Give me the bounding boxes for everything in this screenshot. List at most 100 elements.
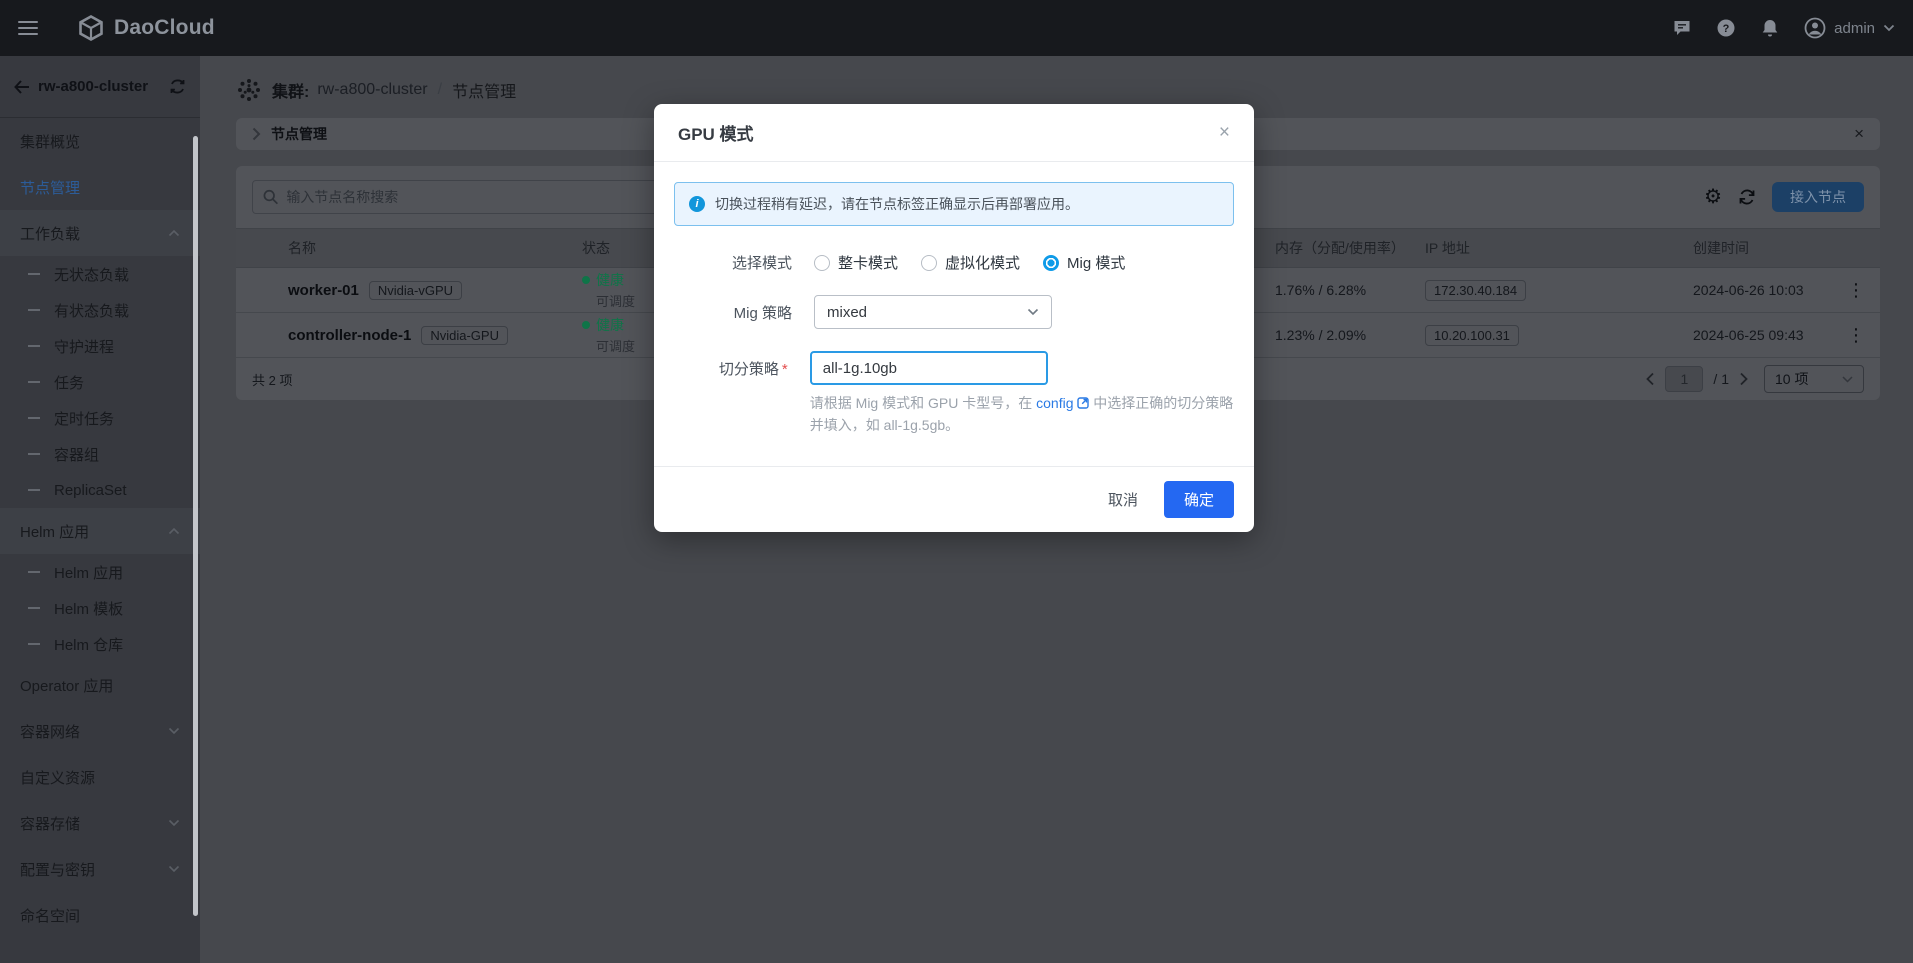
split-policy-label: 切分策略* [674,351,788,436]
sidebar-item-helm-apps[interactable]: Helm 应用 [0,554,200,590]
close-icon[interactable]: × [1219,123,1230,142]
radio-icon [921,255,937,271]
sidebar-item-jobs[interactable]: 任务 [0,364,200,400]
radio-full-card-mode[interactable]: 整卡模式 [814,252,898,273]
back-arrow-icon[interactable] [14,80,30,94]
join-node-button[interactable]: 接入节点 [1772,182,1864,212]
gpu-mode-form: 选择模式 整卡模式 虚拟化模式 Mig 模式 [674,252,1234,436]
dash-icon [28,571,40,573]
dash-icon [28,309,40,311]
radio-mig-mode[interactable]: Mig 模式 [1043,252,1125,273]
mig-strategy-row: Mig 策略 mixed [674,295,1234,329]
dash-icon [28,453,40,455]
status-dot-icon [582,276,590,284]
breadcrumb-page: 节点管理 [452,78,516,102]
alert-text: 切换过程稍有延迟，请在节点标签正确显示后再部署应用。 [715,194,1079,214]
dash-icon [28,417,40,419]
mode-select-row: 选择模式 整卡模式 虚拟化模式 Mig 模式 [674,252,1234,273]
cluster-dots-icon [236,77,262,103]
memory-usage: 1.23% / 2.09% [1259,327,1409,343]
created-time: 2024-06-25 09:43 [1677,327,1847,343]
switch-cluster-icon[interactable] [169,79,186,94]
dash-icon [28,345,40,347]
page-number-input[interactable] [1665,366,1703,392]
node-name-link[interactable]: controller-node-1 [288,327,411,344]
sidebar-item-cluster-overview[interactable]: 集群概览 [0,118,200,164]
dash-icon [28,273,40,275]
config-link[interactable]: config [1036,395,1089,411]
breadcrumb-cluster-label: 集群: [272,78,309,102]
breadcrumb-cluster-name[interactable]: rw-a800-cluster [317,81,427,99]
brand-name: DaoCloud [114,16,215,40]
sidebar-scrollbar[interactable] [193,136,198,916]
ip-badge: 10.20.100.31 [1425,325,1519,346]
hamburger-menu-icon[interactable] [18,21,38,35]
sidebar-item-operator-apps[interactable]: Operator 应用 [0,662,200,708]
help-icon[interactable]: ? [1716,18,1736,38]
sidebar-item-helm-templates[interactable]: Helm 模板 [0,590,200,626]
sidebar-item-helm-repos[interactable]: Helm 仓库 [0,626,200,662]
row-menu-icon[interactable]: ⋮ [1847,280,1865,300]
close-icon[interactable]: × [1854,124,1864,144]
info-alert: i 切换过程稍有延迟，请在节点标签正确显示后再部署应用。 [674,182,1234,226]
col-created: 创建时间 [1677,238,1847,258]
pagination: / 1 10 项 [1646,365,1864,393]
sidebar-item-cronjobs[interactable]: 定时任务 [0,400,200,436]
gpu-mode-modal: GPU 模式 × i 切换过程稍有延迟，请在节点标签正确显示后再部署应用。 选择… [654,104,1254,532]
sidebar-item-custom-resources[interactable]: 自定义资源 [0,754,200,800]
page-size-select[interactable]: 10 项 [1764,365,1864,393]
sidebar-item-container-storage[interactable]: 容器存储 [0,800,200,846]
total-count: 共 2 项 [252,370,292,389]
sidebar-item-daemonset[interactable]: 守护进程 [0,328,200,364]
refresh-icon[interactable] [1738,188,1756,206]
sidebar-item-pods[interactable]: 容器组 [0,436,200,472]
toolbar-actions: ⚙ 接入节点 [1704,182,1864,212]
sidebar-item-stateless[interactable]: 无状态负载 [0,256,200,292]
sidebar-item-container-network[interactable]: 容器网络 [0,708,200,754]
node-name-link[interactable]: worker-01 [288,282,359,299]
modal-footer: 取消 确定 [654,466,1254,532]
svg-text:?: ? [1723,23,1730,35]
app-root: DaoCloud ? admin [0,0,1913,963]
radio-virtualization-mode[interactable]: 虚拟化模式 [921,252,1020,273]
sidebar-section-workloads[interactable]: 工作负载 [0,210,200,256]
chat-icon[interactable] [1672,18,1692,38]
split-policy-row: 切分策略* 请根据 Mig 模式和 GPU 卡型号，在 config 中选择正确… [674,351,1234,436]
sidebar-cluster-header: rw-a800-cluster [0,56,200,118]
sidebar-item-config-secrets[interactable]: 配置与密钥 [0,846,200,892]
row-menu-icon[interactable]: ⋮ [1847,325,1865,345]
daocloud-logo-icon [78,15,104,41]
chevron-down-icon [168,865,180,873]
username: admin [1834,20,1875,37]
chevron-down-icon [1842,376,1853,383]
page-next-icon[interactable] [1739,372,1748,386]
page-total: / 1 [1713,371,1729,387]
sidebar-section-helm[interactable]: Helm 应用 [0,508,200,554]
user-menu[interactable]: admin [1804,17,1895,39]
sidebar-item-replicaset[interactable]: ReplicaSet [0,472,200,508]
sidebar-item-node-management[interactable]: 节点管理 [0,164,200,210]
sidebar-item-stateful[interactable]: 有状态负载 [0,292,200,328]
avatar-icon [1804,17,1826,39]
gear-icon[interactable]: ⚙ [1704,187,1722,207]
cancel-button[interactable]: 取消 [1108,489,1138,510]
chevron-down-icon [1027,308,1039,316]
split-policy-input[interactable] [810,351,1048,385]
cluster-name: rw-a800-cluster [38,78,161,95]
mode-select-label: 选择模式 [674,252,792,273]
col-name: 名称 [236,238,566,258]
sidebar-item-namespaces[interactable]: 命名空间 [0,892,200,938]
sidebar: rw-a800-cluster 集群概览 节点管理 工作负载 无状态负载 有状态… [0,56,200,963]
mig-strategy-select[interactable]: mixed [814,295,1052,329]
chevron-down-icon [168,819,180,827]
notifications-bell-icon[interactable] [1760,18,1780,38]
page-prev-icon[interactable] [1646,372,1655,386]
confirm-button[interactable]: 确定 [1164,481,1234,518]
sidebar-nav: 集群概览 节点管理 工作负载 无状态负载 有状态负载 守护进程 任务 定时任务 … [0,118,200,938]
top-navbar: DaoCloud ? admin [0,0,1913,56]
dash-icon [28,381,40,383]
ip-badge: 172.30.40.184 [1425,280,1526,301]
dash-icon [28,643,40,645]
brand-logo[interactable]: DaoCloud [78,15,215,41]
dash-icon [28,489,40,491]
